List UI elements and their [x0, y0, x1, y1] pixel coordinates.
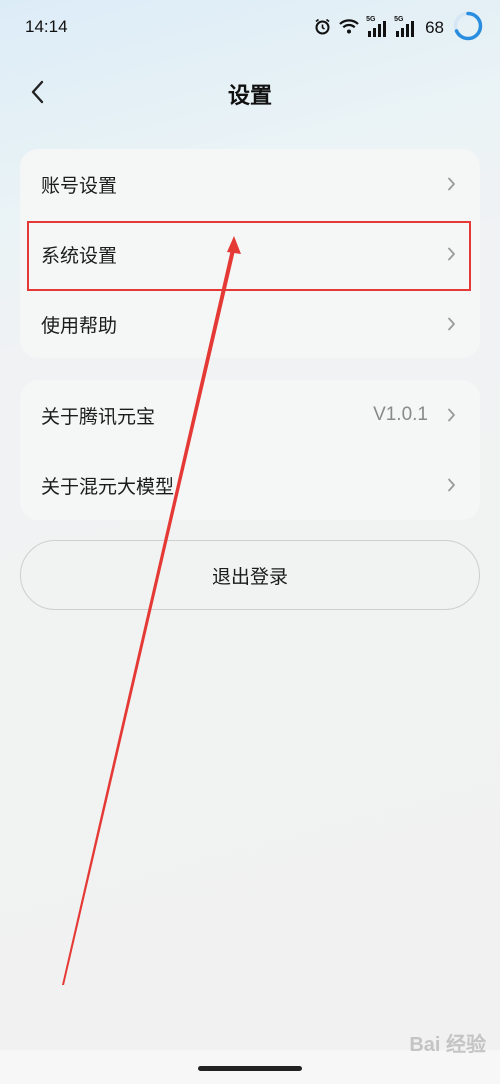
about-yuanbao-row[interactable]: 关于腾讯元宝 V1.0.1	[20, 380, 480, 450]
signal-network-tag: 5G	[394, 16, 404, 23]
home-indicator[interactable]	[198, 1066, 302, 1071]
chevron-right-icon	[448, 408, 455, 422]
watermark: Bai 经验	[409, 1034, 486, 1056]
battery-ring-icon	[452, 10, 484, 46]
logout-button[interactable]: 退出登录	[20, 540, 480, 610]
chevron-right-icon	[448, 177, 455, 191]
about-hunyuan-row[interactable]: 关于混元大模型	[20, 450, 480, 520]
chevron-right-icon	[448, 317, 455, 331]
signal-strength-icon: 5G	[394, 16, 415, 37]
row-label: 关于混元大模型	[41, 475, 175, 498]
alarm-icon	[314, 18, 331, 39]
row-label: 使用帮助	[41, 314, 118, 337]
battery-level: 68	[425, 18, 444, 37]
chevron-right-icon	[448, 478, 455, 492]
signal-strength-icon: 5G	[366, 16, 387, 37]
signal-network-tag: 5G	[366, 16, 376, 23]
status-time: 14:14	[25, 17, 68, 36]
annotation-highlight-box	[27, 221, 471, 291]
version-value: V1.0.1	[373, 404, 428, 425]
row-label: 关于腾讯元宝	[41, 405, 156, 428]
status-icons: 5G 5G 68	[314, 10, 484, 46]
page-title: 设置	[227, 84, 272, 109]
row-label: 账号设置	[41, 174, 118, 197]
logout-label: 退出登录	[211, 565, 288, 588]
wifi-icon	[339, 18, 359, 38]
help-row[interactable]: 使用帮助	[20, 289, 480, 359]
about-group: 关于腾讯元宝 V1.0.1 关于混元大模型	[20, 380, 480, 520]
account-settings-row[interactable]: 账号设置	[20, 149, 480, 219]
